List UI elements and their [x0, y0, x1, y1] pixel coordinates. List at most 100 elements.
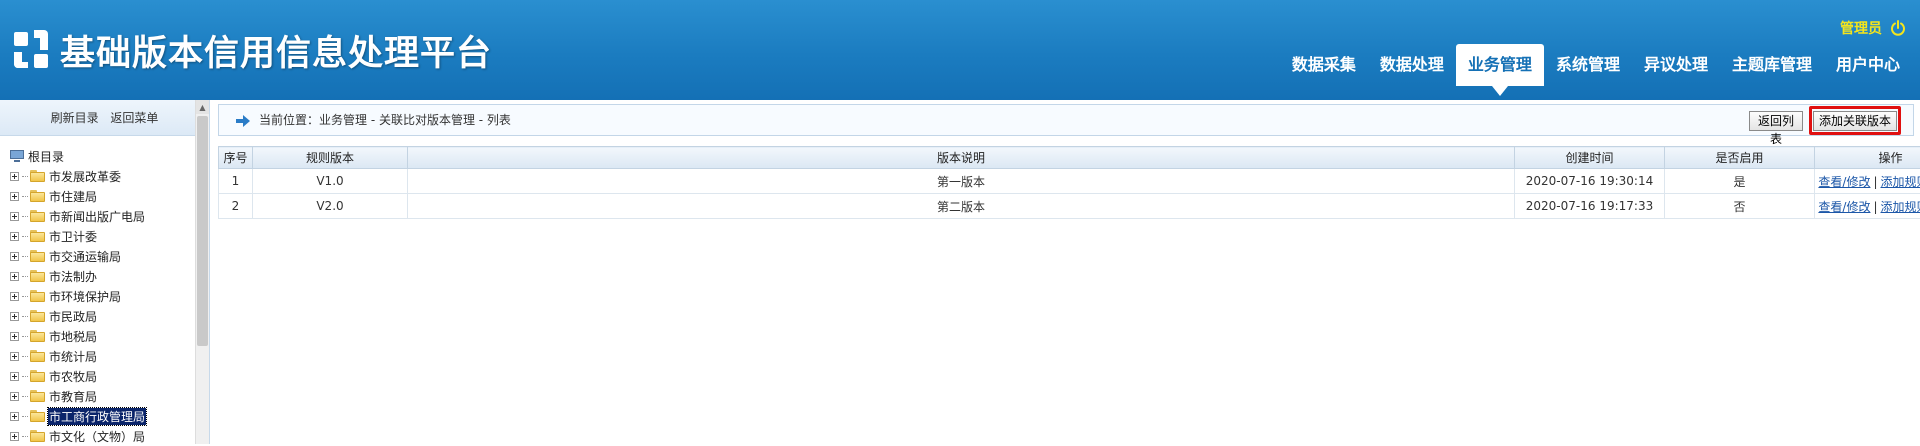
tree-connector [22, 356, 28, 357]
folder-icon [30, 370, 45, 382]
expand-icon[interactable] [10, 372, 19, 381]
tree-item[interactable]: 市农牧局 [10, 366, 196, 386]
folder-icon [30, 170, 45, 182]
tree-item-label[interactable]: 市新闻出版广电局 [48, 208, 146, 225]
tree-item-label[interactable]: 市文化（文物）局 [48, 428, 146, 445]
cell-created-time: 2020-07-16 19:30:14 [1515, 169, 1665, 194]
tree-item-label[interactable]: 市民政局 [48, 308, 98, 325]
scroll-thumb[interactable] [197, 116, 208, 346]
nav-data-processing[interactable]: 数据处理 [1368, 44, 1456, 86]
tree-item[interactable]: 市新闻出版广电局 [10, 206, 196, 226]
nav-business-management[interactable]: 业务管理 [1456, 44, 1544, 86]
separator: | [1873, 175, 1877, 189]
view-edit-link[interactable]: 查看/修改 [1818, 175, 1870, 189]
tree-item-label[interactable]: 市地税局 [48, 328, 98, 345]
tree-item-label[interactable]: 市农牧局 [48, 368, 98, 385]
tree-item[interactable]: 市交通运输局 [10, 246, 196, 266]
nav-system-management[interactable]: 系统管理 [1544, 44, 1632, 86]
refresh-directory-link[interactable]: 刷新目录 [51, 111, 99, 125]
tree-root[interactable]: 根目录 [10, 146, 196, 166]
expand-icon[interactable] [10, 412, 19, 421]
cell-rule-version: V1.0 [253, 169, 408, 194]
col-created-time: 创建时间 [1515, 147, 1665, 169]
expand-icon[interactable] [10, 432, 19, 441]
main-content: 当前位置： 业务管理 - 关联比对版本管理 - 列表 返回列表 添加关联版本 序… [218, 104, 1914, 136]
tree-connector [22, 316, 28, 317]
tree-item[interactable]: 市卫计委 [10, 226, 196, 246]
tree-item-label[interactable]: 市工商行政管理局 [48, 408, 146, 425]
tree-item[interactable]: 市住建局 [10, 186, 196, 206]
expand-icon[interactable] [10, 292, 19, 301]
cell-description: 第二版本 [408, 194, 1515, 219]
cell-rule-version: V2.0 [253, 194, 408, 219]
expand-icon[interactable] [10, 312, 19, 321]
tree-item-label[interactable]: 市发展改革委 [48, 168, 122, 185]
add-rule-link[interactable]: 添加规则 [1881, 200, 1920, 214]
tree-item[interactable]: 市教育局 [10, 386, 196, 406]
tree-item[interactable]: 市法制办 [10, 266, 196, 286]
power-icon[interactable] [1890, 20, 1906, 36]
back-to-list-button[interactable]: 返回列表 [1749, 111, 1803, 131]
breadcrumb-prefix: 当前位置： [259, 105, 319, 135]
main-nav: 数据采集 数据处理 业务管理 系统管理 异议处理 主题库管理 用户中心 [1280, 44, 1912, 86]
cell-created-time: 2020-07-16 19:17:33 [1515, 194, 1665, 219]
tree-connector [22, 196, 28, 197]
expand-icon[interactable] [10, 392, 19, 401]
tree-item-label[interactable]: 市卫计委 [48, 228, 98, 245]
computer-icon [10, 150, 24, 163]
tree-connector [22, 416, 28, 417]
tree-item-label[interactable]: 市环境保护局 [48, 288, 122, 305]
expand-icon[interactable] [10, 212, 19, 221]
tree-item-label[interactable]: 市统计局 [48, 348, 98, 365]
expand-icon[interactable] [10, 332, 19, 341]
org-tree: 根目录 市发展改革委市住建局市新闻出版广电局市卫计委市交通运输局市法制办市环境保… [10, 146, 196, 446]
tree-item[interactable]: 市民政局 [10, 306, 196, 326]
tree-item[interactable]: 市文化（文物）局 [10, 426, 196, 446]
nav-data-collection[interactable]: 数据采集 [1280, 44, 1368, 86]
tree-connector [22, 276, 28, 277]
tree-item[interactable]: 市发展改革委 [10, 166, 196, 186]
arrow-right-icon [236, 115, 250, 127]
nav-theme-library[interactable]: 主题库管理 [1720, 44, 1824, 86]
add-linked-version-button[interactable]: 添加关联版本 [1813, 111, 1897, 131]
tree-connector [22, 256, 28, 257]
folder-icon [30, 270, 45, 282]
folder-icon [30, 190, 45, 202]
tree-item[interactable]: 市统计局 [10, 346, 196, 366]
expand-icon[interactable] [10, 172, 19, 181]
expand-icon[interactable] [10, 192, 19, 201]
folder-icon [30, 250, 45, 262]
tree-item-label[interactable]: 市住建局 [48, 188, 98, 205]
user-area: 管理员 [1840, 18, 1906, 38]
expand-icon[interactable] [10, 252, 19, 261]
folder-icon [30, 430, 45, 442]
nav-user-center[interactable]: 用户中心 [1824, 44, 1912, 86]
scroll-up-icon[interactable]: ▲ [196, 100, 209, 114]
folder-icon [30, 350, 45, 362]
cell-enabled: 否 [1665, 194, 1815, 219]
folder-icon [30, 390, 45, 402]
col-index: 序号 [219, 147, 253, 169]
sidebar-scrollbar[interactable]: ▲ [195, 100, 209, 444]
separator: | [1873, 200, 1877, 214]
tree-connector [22, 216, 28, 217]
cell-index: 2 [219, 194, 253, 219]
tree-item[interactable]: 市地税局 [10, 326, 196, 346]
add-rule-link[interactable]: 添加规则 [1881, 175, 1920, 189]
tree-connector [22, 296, 28, 297]
expand-icon[interactable] [10, 232, 19, 241]
tree-item-selected[interactable]: 市工商行政管理局 [10, 406, 196, 426]
tree-connector [22, 336, 28, 337]
expand-icon[interactable] [10, 352, 19, 361]
expand-icon[interactable] [10, 272, 19, 281]
view-edit-link[interactable]: 查看/修改 [1818, 200, 1870, 214]
tree-item[interactable]: 市环境保护局 [10, 286, 196, 306]
tree-item-label[interactable]: 市法制办 [48, 268, 98, 285]
tree-connector [22, 376, 28, 377]
tree-item-label[interactable]: 市交通运输局 [48, 248, 122, 265]
nav-objection-handling[interactable]: 异议处理 [1632, 44, 1720, 86]
col-version-description: 版本说明 [408, 147, 1515, 169]
user-name[interactable]: 管理员 [1840, 18, 1882, 38]
return-menu-link[interactable]: 返回菜单 [110, 111, 158, 125]
tree-item-label[interactable]: 市教育局 [48, 388, 98, 405]
